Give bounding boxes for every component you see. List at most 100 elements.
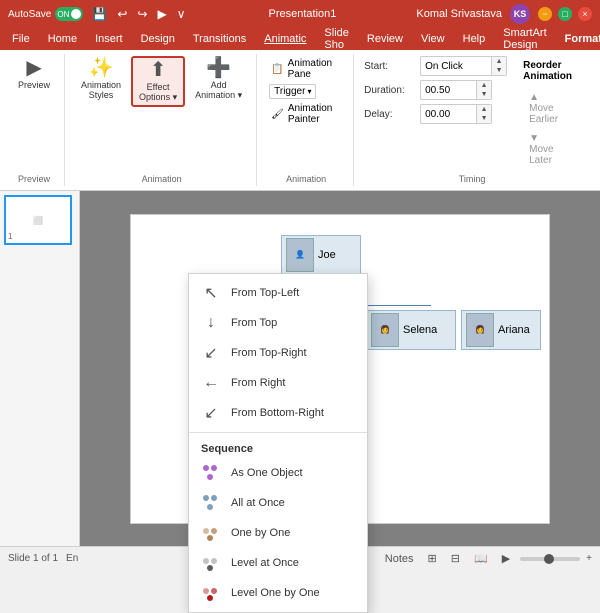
slide-thumbnail-1[interactable]: ⬜ 1 [4, 195, 72, 245]
org-node-selena: 👩 Selena [366, 310, 456, 350]
menu-design[interactable]: Design [133, 31, 183, 47]
dropdown-all-at-once[interactable]: All at Once [189, 488, 367, 518]
dropdown-from-topleft[interactable]: ↖ From Top-Left [189, 278, 367, 308]
dropdown-level-one-by-one[interactable]: Level One by One [189, 578, 367, 608]
title-bar-right: Komal Srivastava KS − □ × [416, 4, 592, 24]
redo-icon[interactable]: ↪ [134, 6, 150, 22]
preview-button[interactable]: ▶ Preview [12, 56, 56, 92]
maximize-button[interactable]: □ [558, 7, 572, 21]
delay-down-arrow[interactable]: ▼ [477, 114, 491, 123]
animationpane-group-label: Animation [267, 174, 345, 184]
animation-styles-button[interactable]: ✨ AnimationStyles [75, 56, 127, 102]
delay-up-arrow[interactable]: ▲ [477, 105, 491, 114]
animation-pane-button[interactable]: 📋 Animation Pane [267, 56, 345, 82]
title-bar: AutoSave ON 💾 ↩ ↪ ▶ ∨ Presentation1 Koma… [0, 0, 600, 28]
joe-photo: 👤 [286, 238, 314, 272]
slide-info: Slide 1 of 1 [8, 553, 58, 564]
minimize-button[interactable]: − [538, 7, 552, 21]
menu-insert[interactable]: Insert [87, 31, 131, 47]
dropdown-from-top[interactable]: ↓ From Top [189, 308, 367, 338]
autosave-toggle[interactable]: ON [55, 7, 83, 21]
duration-input[interactable] [421, 84, 476, 97]
sequence-title: Sequence [189, 437, 367, 458]
ariana-photo: 👩 [466, 313, 494, 347]
fit-button[interactable]: + [586, 553, 592, 564]
autosave-knob [71, 9, 81, 19]
undo-icon[interactable]: ↩ [114, 6, 130, 22]
menu-view[interactable]: View [413, 31, 453, 47]
delay-input[interactable] [421, 108, 476, 121]
animation-styles-label: AnimationStyles [81, 80, 121, 100]
status-right: Notes ⊞ ⊟ 📖 ▶ + [381, 551, 592, 566]
reading-view-button[interactable]: 📖 [470, 551, 492, 566]
menu-file[interactable]: File [4, 31, 38, 47]
add-animation-button[interactable]: ➕ AddAnimation ▾ [189, 56, 248, 103]
user-name: Komal Srivastava [416, 8, 502, 20]
slide-panel: ⬜ 1 [0, 191, 80, 546]
filename-label: Presentation1 [269, 8, 337, 20]
start-arrows: ▲ ▼ [491, 57, 506, 75]
menu-review[interactable]: Review [359, 31, 411, 47]
menu-bar: File Home Insert Design Transitions Anim… [0, 28, 600, 50]
start-up-arrow[interactable]: ▲ [492, 57, 506, 66]
title-bar-center: Presentation1 [269, 8, 337, 20]
preview-group-label: Preview [12, 174, 56, 184]
dropdown-level-at-once[interactable]: Level at Once [189, 548, 367, 578]
duration-up-arrow[interactable]: ▲ [477, 81, 491, 90]
start-label: Start: [364, 61, 414, 72]
present-icon[interactable]: ▶ [154, 6, 169, 22]
effect-options-icon: ⬆ [150, 60, 167, 80]
from-bottomright-icon: ↙ [201, 403, 221, 423]
start-input[interactable] [421, 60, 491, 73]
language-info: En [66, 553, 78, 564]
normal-view-button[interactable]: ⊞ [424, 551, 441, 566]
trigger-button[interactable]: Trigger ▾ [269, 84, 316, 99]
save-icon[interactable]: 💾 [89, 6, 110, 22]
zoom-slider[interactable] [520, 557, 580, 561]
effect-options-label: EffectOptions ▾ [139, 82, 177, 103]
as-one-object-label: As One Object [231, 467, 303, 479]
all-at-once-label: All at Once [231, 497, 285, 509]
from-topleft-label: From Top-Left [231, 287, 299, 299]
dropdown-as-one-object[interactable]: As One Object [189, 458, 367, 488]
delay-label: Delay: [364, 109, 414, 120]
trigger-label: Trigger [274, 86, 305, 97]
ribbon-group-preview: ▶ Preview Preview [8, 54, 65, 186]
duration-down-arrow[interactable]: ▼ [477, 90, 491, 99]
animation-painter-label: Animation Painter [288, 103, 341, 125]
menu-help[interactable]: Help [455, 31, 494, 47]
level-at-once-icon [201, 553, 221, 573]
menu-home[interactable]: Home [40, 31, 85, 47]
timing-fields: Start: ▲ ▼ Duration: [364, 56, 507, 172]
joe-label: Joe [318, 249, 336, 261]
duration-row: Duration: ▲ ▼ [364, 80, 507, 100]
dropdown-from-right[interactable]: ← From Right [189, 368, 367, 398]
start-value-container: ▲ ▼ [420, 56, 507, 76]
close-button[interactable]: × [578, 7, 592, 21]
slide-sorter-button[interactable]: ⊟ [447, 551, 464, 566]
dropdown-one-by-one[interactable]: One by One [189, 518, 367, 548]
dropdown-from-bottomright[interactable]: ↙ From Bottom-Right [189, 398, 367, 428]
user-badge: KS [510, 4, 530, 24]
animation-painter-button[interactable]: 🖌 Animation Painter [267, 101, 345, 127]
presenter-view-button[interactable]: ▶ [498, 551, 514, 566]
notes-button[interactable]: Notes [381, 552, 418, 566]
from-right-icon: ← [201, 373, 221, 393]
ribbon: ▶ Preview Preview ✨ AnimationStyles ⬆ Ef… [0, 50, 600, 191]
animation-painter-icon: 🖌 [271, 109, 284, 120]
effect-options-button[interactable]: ⬆ EffectOptions ▾ [131, 56, 185, 107]
customize-icon[interactable]: ∨ [174, 6, 189, 22]
as-one-object-icon [201, 463, 221, 483]
start-down-arrow[interactable]: ▼ [492, 66, 506, 75]
menu-slideshow[interactable]: Slide Sho [316, 25, 356, 53]
trigger-row: Trigger ▾ [269, 84, 316, 99]
dropdown-from-topright[interactable]: ↙ From Top-Right [189, 338, 367, 368]
reorder-label: Reorder Animation [523, 60, 572, 82]
menu-smartart-design[interactable]: SmartArt Design [495, 25, 554, 53]
ariana-label: Ariana [498, 324, 530, 336]
animation-styles-icon: ✨ [89, 58, 114, 78]
menu-format[interactable]: Format [557, 31, 600, 47]
menu-transitions[interactable]: Transitions [185, 31, 254, 47]
title-bar-left: AutoSave ON 💾 ↩ ↪ ▶ ∨ [8, 6, 188, 22]
menu-animatic[interactable]: Animatic [256, 31, 314, 47]
